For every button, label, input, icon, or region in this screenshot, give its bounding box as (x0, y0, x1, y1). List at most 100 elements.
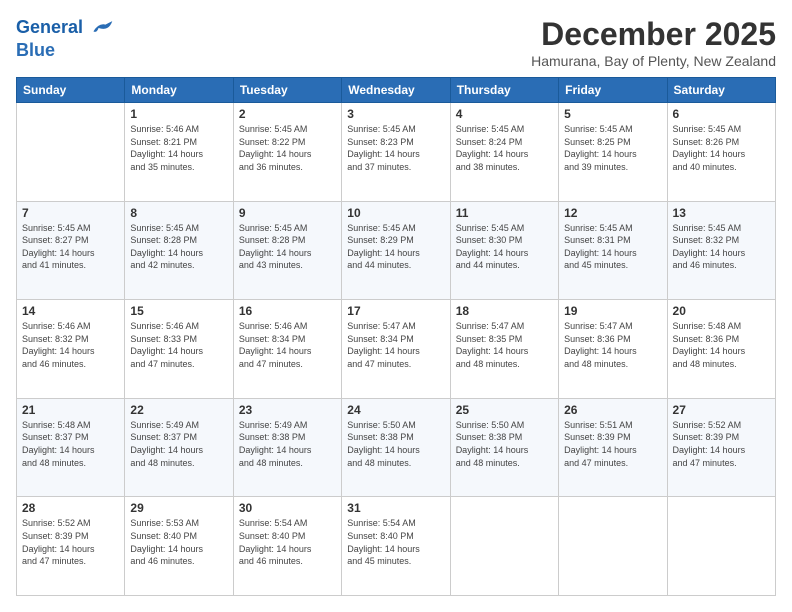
calendar-cell (559, 497, 667, 596)
cell-info: Sunrise: 5:45 AM Sunset: 8:30 PM Dayligh… (456, 222, 553, 272)
cell-info: Sunrise: 5:45 AM Sunset: 8:26 PM Dayligh… (673, 123, 770, 173)
day-number: 29 (130, 501, 227, 515)
day-number: 6 (673, 107, 770, 121)
calendar-cell: 16Sunrise: 5:46 AM Sunset: 8:34 PM Dayli… (233, 300, 341, 399)
cell-info: Sunrise: 5:47 AM Sunset: 8:34 PM Dayligh… (347, 320, 444, 370)
calendar-cell: 22Sunrise: 5:49 AM Sunset: 8:37 PM Dayli… (125, 398, 233, 497)
logo-general-span: General (16, 17, 83, 37)
cell-info: Sunrise: 5:52 AM Sunset: 8:39 PM Dayligh… (22, 517, 119, 567)
day-number: 8 (130, 206, 227, 220)
calendar-cell: 11 Sunrise: 5:45 AM Sunset: 8:30 PM Dayli… (450, 201, 558, 300)
calendar-week-row: 1Sunrise: 5:46 AM Sunset: 8:21 PM Daylig… (17, 103, 776, 202)
calendar-cell: 9Sunrise: 5:45 AM Sunset: 8:28 PM Daylig… (233, 201, 341, 300)
calendar-cell: 7 Sunrise: 5:45 AM Sunset: 8:27 PM Daylig… (17, 201, 125, 300)
calendar: SundayMondayTuesdayWednesdayThursdayFrid… (16, 77, 776, 596)
calendar-cell: 24 Sunrise: 5:50 AM Sunset: 8:38 PM Dayli… (342, 398, 450, 497)
calendar-cell: 27Sunrise: 5:52 AM Sunset: 8:39 PM Dayli… (667, 398, 775, 497)
calendar-cell (17, 103, 125, 202)
cell-info: Sunrise: 5:48 AM Sunset: 8:37 PM Dayligh… (22, 419, 119, 469)
calendar-day-header: Friday (559, 78, 667, 103)
cell-info: Sunrise: 5:52 AM Sunset: 8:39 PM Dayligh… (673, 419, 770, 469)
calendar-cell: 25Sunrise: 5:50 AM Sunset: 8:38 PM Dayli… (450, 398, 558, 497)
header: General Blue December 2025 Hamurana, Bay… (16, 16, 776, 69)
day-number: 24 (347, 403, 444, 417)
calendar-cell: 21 Sunrise: 5:48 AM Sunset: 8:37 PM Dayli… (17, 398, 125, 497)
day-number: 31 (347, 501, 444, 515)
cell-info: Sunrise: 5:46 AM Sunset: 8:32 PM Dayligh… (22, 320, 119, 370)
page: General Blue December 2025 Hamurana, Bay… (0, 0, 792, 612)
cell-info: Sunrise: 5:49 AM Sunset: 8:37 PM Dayligh… (130, 419, 227, 469)
day-number: 19 (564, 304, 661, 318)
cell-info: Sunrise: 5:46 AM Sunset: 8:33 PM Dayligh… (130, 320, 227, 370)
calendar-day-header: Wednesday (342, 78, 450, 103)
day-number: 23 (239, 403, 336, 417)
day-number: 26 (564, 403, 661, 417)
day-number: 5 (564, 107, 661, 121)
day-number: 20 (673, 304, 770, 318)
cell-info: Sunrise: 5:45 AM Sunset: 8:27 PM Dayligh… (22, 222, 119, 272)
day-number: 13 (673, 206, 770, 220)
cell-info: Sunrise: 5:45 AM Sunset: 8:22 PM Dayligh… (239, 123, 336, 173)
day-number: 11 (456, 206, 553, 220)
day-number: 7 (22, 206, 119, 220)
cell-info: Sunrise: 5:45 AM Sunset: 8:29 PM Dayligh… (347, 222, 444, 272)
day-number: 12 (564, 206, 661, 220)
calendar-cell (667, 497, 775, 596)
calendar-day-header: Saturday (667, 78, 775, 103)
cell-info: Sunrise: 5:47 AM Sunset: 8:35 PM Dayligh… (456, 320, 553, 370)
day-number: 16 (239, 304, 336, 318)
calendar-cell: 18 Sunrise: 5:47 AM Sunset: 8:35 PM Dayli… (450, 300, 558, 399)
cell-info: Sunrise: 5:46 AM Sunset: 8:21 PM Dayligh… (130, 123, 227, 173)
cell-info: Sunrise: 5:49 AM Sunset: 8:38 PM Dayligh… (239, 419, 336, 469)
calendar-header-row: SundayMondayTuesdayWednesdayThursdayFrid… (17, 78, 776, 103)
calendar-week-row: 21 Sunrise: 5:48 AM Sunset: 8:37 PM Dayli… (17, 398, 776, 497)
calendar-cell: 8 Sunrise: 5:45 AM Sunset: 8:28 PM Daylig… (125, 201, 233, 300)
day-number: 28 (22, 501, 119, 515)
cell-info: Sunrise: 5:48 AM Sunset: 8:36 PM Dayligh… (673, 320, 770, 370)
cell-info: Sunrise: 5:45 AM Sunset: 8:24 PM Dayligh… (456, 123, 553, 173)
cell-info: Sunrise: 5:54 AM Sunset: 8:40 PM Dayligh… (347, 517, 444, 567)
cell-info: Sunrise: 5:47 AM Sunset: 8:36 PM Dayligh… (564, 320, 661, 370)
calendar-cell: 31 Sunrise: 5:54 AM Sunset: 8:40 PM Dayli… (342, 497, 450, 596)
calendar-cell: 30 Sunrise: 5:54 AM Sunset: 8:40 PM Dayli… (233, 497, 341, 596)
cell-info: Sunrise: 5:50 AM Sunset: 8:38 PM Dayligh… (456, 419, 553, 469)
calendar-cell: 2 Sunrise: 5:45 AM Sunset: 8:22 PM Daylig… (233, 103, 341, 202)
calendar-cell (450, 497, 558, 596)
calendar-cell: 17 Sunrise: 5:47 AM Sunset: 8:34 PM Dayli… (342, 300, 450, 399)
cell-info: Sunrise: 5:50 AM Sunset: 8:38 PM Dayligh… (347, 419, 444, 469)
subtitle: Hamurana, Bay of Plenty, New Zealand (531, 53, 776, 69)
day-number: 18 (456, 304, 553, 318)
calendar-cell: 1Sunrise: 5:46 AM Sunset: 8:21 PM Daylig… (125, 103, 233, 202)
cell-info: Sunrise: 5:45 AM Sunset: 8:28 PM Dayligh… (130, 222, 227, 272)
calendar-cell: 4Sunrise: 5:45 AM Sunset: 8:24 PM Daylig… (450, 103, 558, 202)
cell-info: Sunrise: 5:45 AM Sunset: 8:31 PM Dayligh… (564, 222, 661, 272)
day-number: 17 (347, 304, 444, 318)
calendar-cell: 14Sunrise: 5:46 AM Sunset: 8:32 PM Dayli… (17, 300, 125, 399)
calendar-cell: 20 Sunrise: 5:48 AM Sunset: 8:36 PM Dayli… (667, 300, 775, 399)
cell-info: Sunrise: 5:45 AM Sunset: 8:23 PM Dayligh… (347, 123, 444, 173)
cell-info: Sunrise: 5:45 AM Sunset: 8:32 PM Dayligh… (673, 222, 770, 272)
logo-text: General Blue (16, 16, 114, 61)
day-number: 15 (130, 304, 227, 318)
calendar-week-row: 28 Sunrise: 5:52 AM Sunset: 8:39 PM Dayli… (17, 497, 776, 596)
logo-general: General (16, 16, 114, 40)
day-number: 2 (239, 107, 336, 121)
logo-blue: Blue (16, 40, 114, 61)
cell-info: Sunrise: 5:54 AM Sunset: 8:40 PM Dayligh… (239, 517, 336, 567)
main-title: December 2025 (531, 16, 776, 53)
day-number: 3 (347, 107, 444, 121)
day-number: 30 (239, 501, 336, 515)
calendar-day-header: Tuesday (233, 78, 341, 103)
calendar-cell: 6 Sunrise: 5:45 AM Sunset: 8:26 PM Daylig… (667, 103, 775, 202)
calendar-cell: 13 Sunrise: 5:45 AM Sunset: 8:32 PM Dayli… (667, 201, 775, 300)
logo-bird-icon (90, 16, 114, 40)
day-number: 21 (22, 403, 119, 417)
day-number: 10 (347, 206, 444, 220)
calendar-cell: 19 Sunrise: 5:47 AM Sunset: 8:36 PM Dayli… (559, 300, 667, 399)
calendar-day-header: Monday (125, 78, 233, 103)
calendar-cell: 3 Sunrise: 5:45 AM Sunset: 8:23 PM Daylig… (342, 103, 450, 202)
calendar-cell: 28 Sunrise: 5:52 AM Sunset: 8:39 PM Dayli… (17, 497, 125, 596)
logo: General Blue (16, 16, 114, 61)
day-number: 9 (239, 206, 336, 220)
calendar-cell: 26Sunrise: 5:51 AM Sunset: 8:39 PM Dayli… (559, 398, 667, 497)
